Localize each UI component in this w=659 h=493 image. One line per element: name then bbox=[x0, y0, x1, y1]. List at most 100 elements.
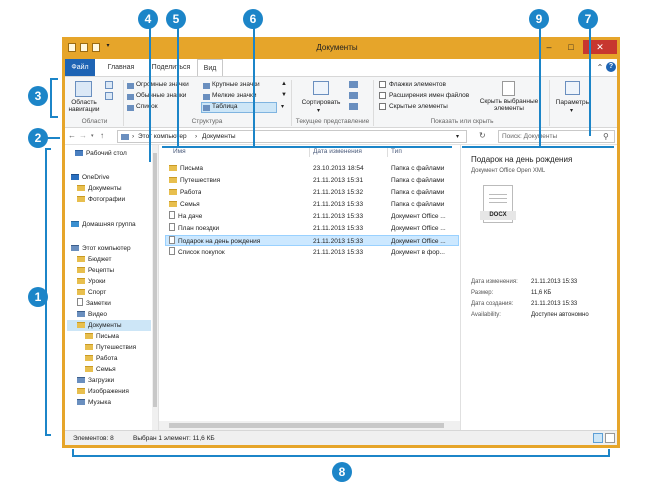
docx-label: DOCX bbox=[480, 211, 516, 220]
nav-item-travel[interactable]: Путешествия bbox=[85, 342, 136, 353]
column-header-name[interactable]: Имя bbox=[173, 148, 186, 155]
nav-label: Письма bbox=[96, 333, 120, 340]
item-checkboxes-checkbox[interactable] bbox=[379, 81, 386, 88]
layout-scroll-up-icon[interactable]: ▲ bbox=[281, 81, 287, 87]
nav-item-homegroup[interactable]: Домашняя группа bbox=[71, 219, 136, 230]
search-icon[interactable]: ⚲ bbox=[603, 132, 609, 141]
options-button[interactable]: Параметры bbox=[553, 99, 593, 106]
nav-item-video[interactable]: Видео bbox=[77, 309, 107, 320]
layout-scroll-down-icon[interactable]: ▼ bbox=[281, 92, 287, 98]
nav-item-letters[interactable]: Письма bbox=[85, 331, 119, 342]
folder-icon bbox=[77, 267, 85, 273]
layout-expand-icon[interactable]: ▾ bbox=[281, 103, 284, 110]
horizontal-scrollbar-thumb[interactable] bbox=[169, 423, 444, 428]
folder-icon bbox=[68, 43, 76, 52]
nav-item-desktop[interactable]: Рабочий стол bbox=[75, 148, 127, 159]
nav-item-budget[interactable]: Бюджет bbox=[77, 254, 112, 265]
tab-share[interactable]: Поделиться bbox=[149, 59, 193, 76]
minimize-button[interactable]: – bbox=[539, 40, 559, 54]
nav-item-notes[interactable]: Заметки bbox=[77, 298, 111, 309]
tab-view[interactable]: Вид bbox=[197, 59, 223, 76]
up-button[interactable]: ↑ bbox=[100, 131, 104, 140]
callout-2-line bbox=[46, 137, 60, 139]
folder-icon bbox=[85, 344, 93, 350]
table-row-selected[interactable]: Подарок на день рождения 21.11.2013 15:3… bbox=[165, 235, 459, 246]
address-bar[interactable]: › Этот компьютер › Документы ▾ bbox=[117, 130, 467, 143]
new-folder-icon[interactable] bbox=[92, 43, 100, 52]
add-columns-icon[interactable] bbox=[349, 92, 358, 99]
file-extensions-label[interactable]: Расширения имен файлов bbox=[389, 92, 469, 99]
nav-item-this-pc[interactable]: Этот компьютер bbox=[71, 243, 131, 254]
nav-item-sport[interactable]: Спорт bbox=[77, 287, 106, 298]
callout-6: 6 bbox=[243, 9, 263, 29]
column-header-date[interactable]: Дата изменения bbox=[313, 148, 362, 155]
ribbon-collapse-icon[interactable]: ⌃ bbox=[595, 59, 605, 76]
large-icons-view-icon[interactable] bbox=[605, 433, 615, 443]
breadcrumb-this-pc[interactable]: Этот компьютер bbox=[138, 133, 187, 140]
column-header-type[interactable]: Тип bbox=[391, 148, 402, 155]
options-dropdown-icon[interactable]: ▾ bbox=[570, 107, 573, 114]
properties-icon[interactable] bbox=[80, 43, 88, 52]
nav-item-recipes[interactable]: Рецепты bbox=[77, 265, 114, 276]
refresh-button[interactable]: ↻ bbox=[479, 131, 486, 140]
nav-item-lessons[interactable]: Уроки bbox=[77, 276, 106, 287]
nav-item-images[interactable]: Изображения bbox=[77, 386, 129, 397]
back-button[interactable]: ← bbox=[68, 131, 76, 140]
maximize-button[interactable]: □ bbox=[561, 40, 581, 54]
small-icons-option[interactable]: Мелкие значки bbox=[212, 92, 256, 99]
nav-label: OneDrive bbox=[82, 174, 110, 181]
nav-label: Документы bbox=[88, 322, 122, 329]
nav-item-work[interactable]: Работа bbox=[85, 353, 117, 364]
nav-item-onedrive-photos[interactable]: Фотографии bbox=[77, 194, 125, 205]
details-view-icon[interactable] bbox=[593, 433, 603, 443]
forward-button[interactable]: → bbox=[79, 131, 87, 140]
search-input[interactable]: Поиск: Документы ⚲ bbox=[498, 130, 615, 143]
callout-9-line bbox=[539, 26, 541, 146]
item-checkboxes-label[interactable]: Флажки элементов bbox=[389, 81, 446, 88]
help-icon[interactable]: ? bbox=[606, 62, 616, 72]
preview-pane-icon[interactable] bbox=[105, 81, 113, 89]
large-icons-option[interactable]: Огромные значки bbox=[136, 81, 189, 88]
tab-home[interactable]: Главная bbox=[103, 59, 139, 76]
file-type: Документ Office ... bbox=[391, 213, 446, 220]
table-row[interactable]: На даче 21.11.2013 15:33 Документ Office… bbox=[165, 211, 459, 222]
prop-key: Availability: bbox=[471, 312, 501, 318]
hidden-items-label[interactable]: Скрытые элементы bbox=[389, 103, 448, 110]
group-current-view-label: Текущее представление bbox=[295, 118, 370, 125]
nav-item-downloads[interactable]: Загрузки bbox=[77, 375, 114, 386]
nav-label: Музыка bbox=[88, 399, 111, 406]
table-row[interactable]: План поездки 21.11.2013 15:33 Документ O… bbox=[165, 223, 459, 234]
nav-item-onedrive-documents[interactable]: Документы bbox=[77, 183, 122, 194]
navigation-pane: Рабочий стол OneDrive Документы Фотограф… bbox=[65, 145, 158, 430]
hidden-items-checkbox[interactable] bbox=[379, 103, 386, 110]
fit-columns-icon[interactable] bbox=[349, 103, 358, 110]
group-by-icon[interactable] bbox=[349, 81, 358, 88]
nav-item-family[interactable]: Семья bbox=[85, 364, 116, 375]
recent-locations-icon[interactable]: ▾ bbox=[91, 133, 94, 139]
table-row[interactable]: Работа 21.11.2013 15:32 Папка с файлами bbox=[165, 187, 459, 198]
nav-scrollbar-thumb[interactable] bbox=[153, 153, 157, 407]
nav-item-music[interactable]: Музыка bbox=[77, 397, 111, 408]
breadcrumb-documents[interactable]: Документы bbox=[202, 133, 236, 140]
list-option[interactable]: Список bbox=[136, 103, 158, 110]
tab-file[interactable]: Файл bbox=[65, 59, 95, 76]
dropdown-icon[interactable]: ▾ bbox=[104, 43, 112, 52]
nav-item-onedrive[interactable]: OneDrive bbox=[71, 172, 109, 183]
table-row[interactable]: Семья 21.11.2013 15:33 Папка с файлами bbox=[165, 199, 459, 210]
file-extensions-checkbox[interactable] bbox=[379, 92, 386, 99]
title-bar: ▾ Документы – □ ✕ bbox=[62, 37, 620, 59]
sort-button[interactable]: Сортировать bbox=[299, 99, 343, 106]
table-option[interactable]: Таблица bbox=[212, 103, 238, 110]
details-pane-icon[interactable] bbox=[105, 92, 113, 100]
table-row[interactable]: Список покупок 21.11.2013 15:33 Документ… bbox=[165, 247, 459, 258]
sort-dropdown-icon[interactable]: ▾ bbox=[317, 107, 320, 114]
nav-item-documents[interactable]: Документы bbox=[67, 320, 151, 331]
navigation-pane-button[interactable]: Область навигации bbox=[67, 99, 101, 113]
table-row[interactable]: Путешествия 21.11.2013 15:31 Папка с фай… bbox=[165, 175, 459, 186]
hide-selected-button[interactable]: Скрыть выбранные элементы bbox=[479, 98, 539, 112]
group-panes-label: Области bbox=[81, 118, 108, 125]
table-row[interactable]: Письма 23.10.2013 18:54 Папка с файлами bbox=[165, 163, 459, 174]
address-history-icon[interactable]: ▾ bbox=[456, 133, 459, 140]
small-icons-icon bbox=[203, 94, 210, 100]
prop-value: 21.11.2013 15:33 bbox=[531, 301, 578, 307]
